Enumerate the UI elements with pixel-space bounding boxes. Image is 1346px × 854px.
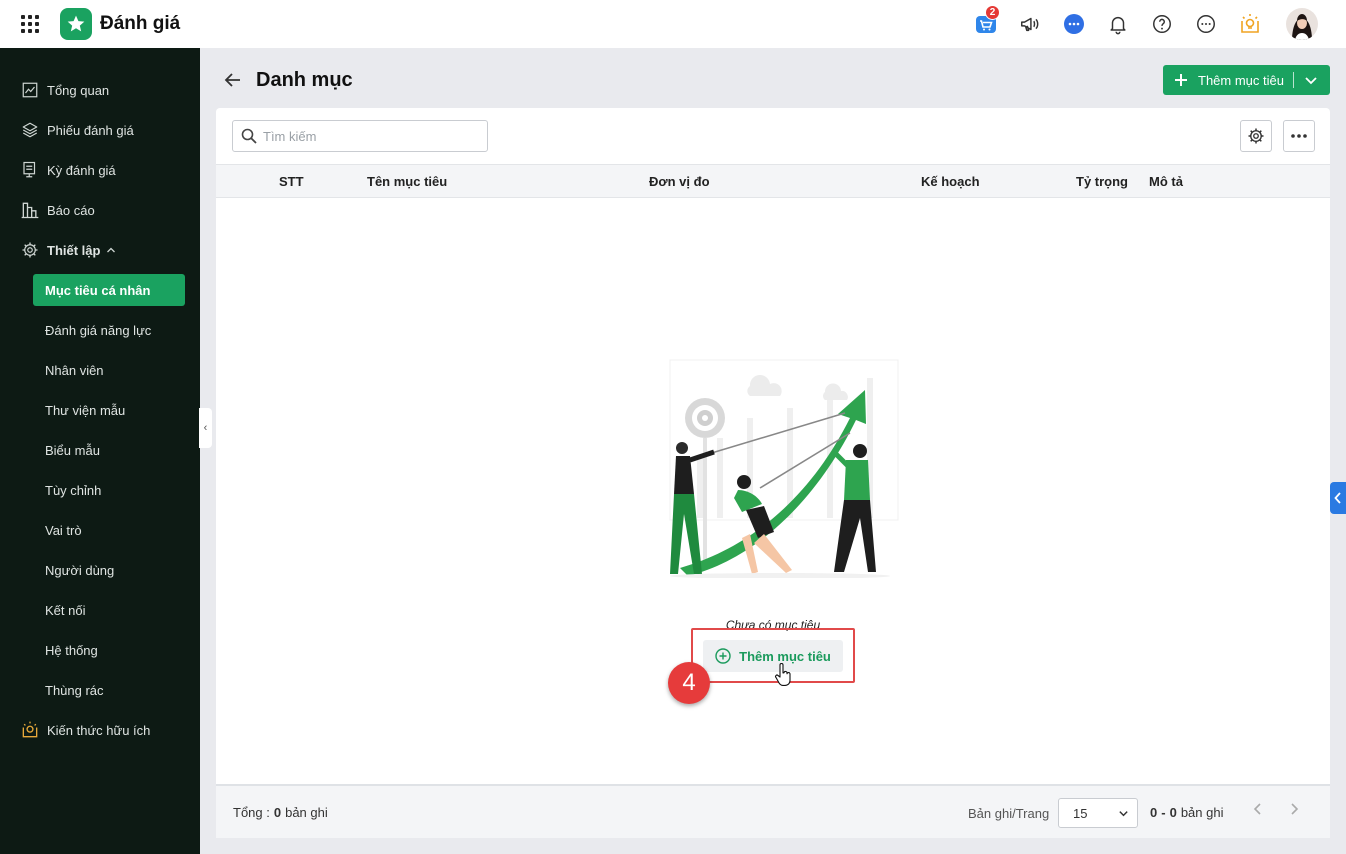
sidebar-item-connections[interactable]: Kết nối [45,603,85,618]
plus-circle-icon [715,648,731,664]
user-avatar[interactable] [1286,8,1318,40]
layers-icon [20,120,40,140]
records-per-page-label: Bản ghi/Trang [968,806,1050,821]
step-number-badge: 4 [668,662,710,704]
sidebar-item-personal-goals[interactable]: Mục tiêu cá nhân [33,274,185,306]
chat-icon[interactable] [1058,8,1090,40]
column-header-unit[interactable]: Đơn vị đo [649,174,710,189]
settings-button[interactable] [1240,120,1272,152]
sidebar-item-forms[interactable]: Biểu mẫu [45,443,100,458]
hand-cursor-icon [774,663,792,687]
sidebar-item-reports[interactable]: Báo cáo [20,196,95,224]
sidebar-item-label: Báo cáo [47,202,95,218]
gear-icon [1247,127,1265,145]
sidebar-item-label: Thiết lập [47,242,101,258]
sidebar-item-settings[interactable]: Thiết lập [20,236,116,264]
main-panel: STT Tên mục tiêu Đơn vị đo Kế hoạch Tỷ t… [216,108,1330,838]
megaphone-icon[interactable] [1014,8,1046,40]
sidebar-item-trash[interactable]: Thùng rác [45,683,104,698]
record-range: 0-0 bản ghi [1150,805,1224,820]
top-actions: 2 [970,5,1318,40]
sidebar-item-system[interactable]: Hệ thống [45,643,98,658]
column-header-stt[interactable]: STT [279,174,304,189]
empty-add-goal-button[interactable]: Thêm mục tiêu [703,640,843,672]
bell-icon[interactable] [1102,8,1134,40]
table-header: STT Tên mục tiêu Đơn vị đo Kế hoạch Tỷ t… [216,164,1330,198]
top-bar: Đánh giá 2 [0,0,1346,48]
chevron-down-icon [1118,808,1129,819]
app-grid-icon[interactable] [21,15,39,33]
gear-icon [20,240,40,260]
sidebar-item-overview[interactable]: Tổng quan [20,76,109,104]
chart-line-icon [20,80,40,100]
app-title: Đánh giá [100,13,181,34]
chevron-left-icon [1334,492,1341,504]
app-star-logo [60,8,92,40]
add-goal-label: Thêm mục tiêu [1198,72,1284,88]
clipboard-icon [20,160,40,180]
column-header-description[interactable]: Mô tả [1149,174,1183,189]
previous-page-icon[interactable] [1248,802,1268,822]
sidebar-item-employees[interactable]: Nhân viên [45,363,104,378]
sidebar-item-knowledge[interactable]: Kiến thức hữu ích [20,716,150,744]
column-header-weight[interactable]: Tỷ trọng [1076,174,1128,189]
sidebar-collapse-toggle[interactable]: ‹ [199,408,212,448]
sidebar-item-label: Tổng quan [47,82,110,98]
sidebar-item-competency[interactable]: Đánh giá năng lực [45,323,151,338]
cart-badge: 2 [985,5,1000,20]
sidebar-item-periods[interactable]: Kỳ đánh giá [20,156,116,184]
right-panel-toggle[interactable] [1330,482,1346,514]
search-icon [241,128,257,144]
help-icon[interactable] [1146,8,1178,40]
sidebar-item-template-library[interactable]: Thư viện mẫu [45,403,125,418]
plus-icon [1173,72,1189,88]
sidebar: Tổng quan Phiếu đánh giá Kỳ đánh giá Báo… [0,48,200,854]
sidebar-item-label: Phiếu đánh giá [47,122,134,138]
page-title: Danh mục [256,69,353,91]
sidebar-item-label: Kiến thức hữu ích [47,722,151,738]
sidebar-item-label: Kỳ đánh giá [47,162,116,178]
cart-icon[interactable]: 2 [970,5,1002,40]
sidebar-item-customize[interactable]: Tùy chỉnh [45,483,101,498]
search-input[interactable] [263,128,463,144]
bar-chart-icon [20,200,40,220]
empty-state-illustration [669,359,899,578]
next-page-icon[interactable] [1284,802,1304,822]
records-per-page-select[interactable]: 15 [1058,798,1138,828]
empty-add-goal-label: Thêm mục tiêu [739,648,831,664]
search-box[interactable] [232,120,488,152]
more-options-button[interactable] [1283,120,1315,152]
lightbulb-icon [20,720,40,740]
column-header-name[interactable]: Tên mục tiêu [367,174,447,189]
lightbulb-icon[interactable] [1234,8,1266,40]
chevron-down-icon[interactable] [1304,73,1318,87]
add-goal-button[interactable]: Thêm mục tiêu [1163,65,1330,95]
table-footer: Tổng :0 bản ghi Bản ghi/Trang 15 0-0 bản g… [216,784,1330,838]
more-circle-icon[interactable] [1190,8,1222,40]
sidebar-item-users[interactable]: Người dùng [45,563,114,578]
back-arrow-icon[interactable] [224,70,242,90]
column-header-plan[interactable]: Kế hoạch [921,174,980,189]
chevron-up-icon [106,245,116,255]
sidebar-item-roles[interactable]: Vai trò [45,523,82,538]
total-records: Tổng :0 bản ghi [233,805,328,820]
ellipsis-icon [1290,133,1308,139]
sidebar-item-evaluation-forms[interactable]: Phiếu đánh giá [20,116,134,144]
